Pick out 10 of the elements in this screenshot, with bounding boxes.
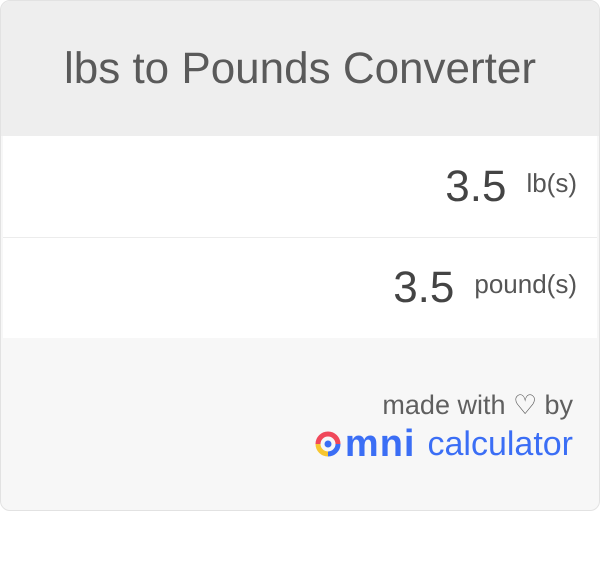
omni-logo[interactable]: mni calculator [312,424,573,462]
ring-icon [312,428,343,458]
unit-label: pound(s) [474,271,577,297]
input-field[interactable]: 3.5 pound(s) [3,237,597,338]
input-field[interactable]: 3.5 lb(s) [3,136,597,237]
unit-label: lb(s) [526,170,577,196]
field-value: 3.5 [445,164,506,208]
credit-text: made with ♡ by [382,392,573,418]
calculator-title: lbs to Pounds Converter [64,46,536,90]
field-value: 3.5 [393,266,454,310]
